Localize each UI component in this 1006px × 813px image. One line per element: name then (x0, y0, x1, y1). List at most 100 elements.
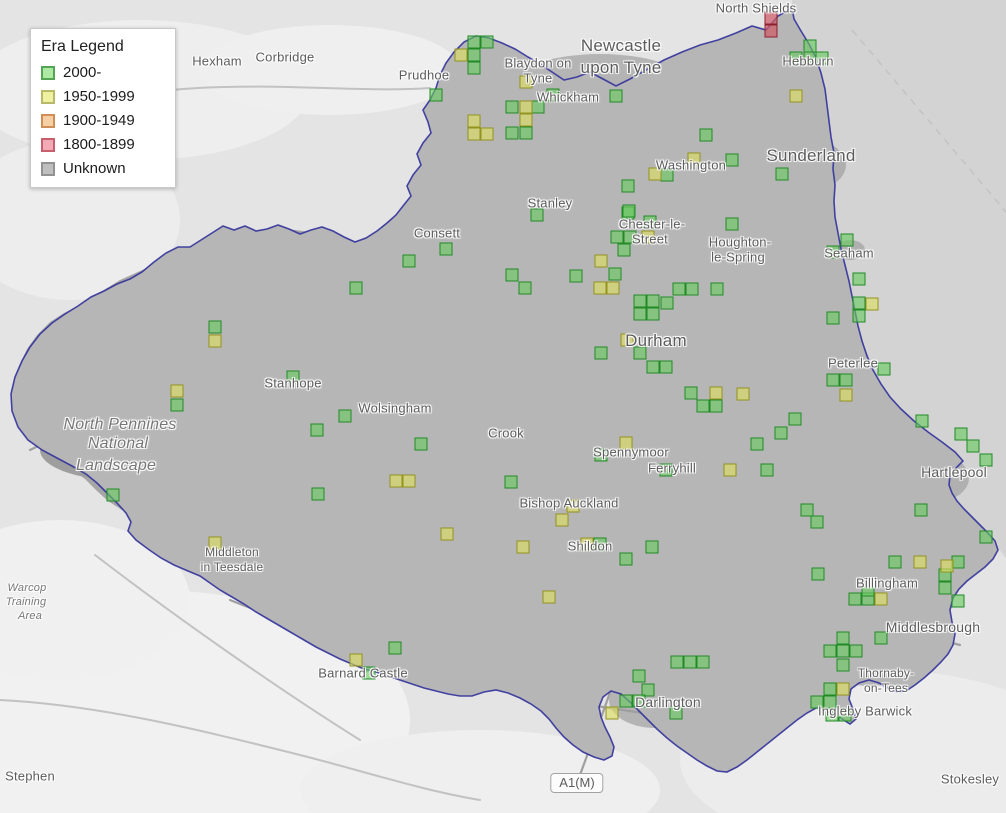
era-marker-2000[interactable] (338, 409, 352, 423)
era-marker-1950[interactable] (839, 388, 853, 402)
era-marker-2000[interactable] (646, 307, 660, 321)
era-marker-2000[interactable] (852, 272, 866, 286)
era-marker-2000[interactable] (811, 567, 825, 581)
era-marker-2000[interactable] (915, 414, 929, 428)
era-marker-2000[interactable] (106, 488, 120, 502)
era-marker-2000[interactable] (979, 530, 993, 544)
era-marker-2000[interactable] (709, 399, 723, 413)
era-marker-2000[interactable] (672, 282, 686, 296)
era-marker-1950[interactable] (440, 527, 454, 541)
era-marker-1950[interactable] (723, 463, 737, 477)
era-marker-2000[interactable] (823, 644, 837, 658)
era-marker-1950[interactable] (606, 281, 620, 295)
era-marker-2000[interactable] (594, 346, 608, 360)
era-marker-2000[interactable] (848, 592, 862, 606)
era-marker-2000[interactable] (810, 515, 824, 529)
era-marker-2000[interactable] (610, 230, 624, 244)
era-marker-1950[interactable] (516, 540, 530, 554)
era-marker-1950[interactable] (605, 706, 619, 720)
era-marker-1950[interactable] (865, 297, 879, 311)
era-marker-1950[interactable] (519, 100, 533, 114)
era-marker-2000[interactable] (208, 320, 222, 334)
era-marker-2000[interactable] (774, 426, 788, 440)
era-marker-2000[interactable] (852, 296, 866, 310)
era-marker-2000[interactable] (429, 88, 443, 102)
era-marker-2000[interactable] (505, 100, 519, 114)
era-marker-1950[interactable] (170, 384, 184, 398)
era-marker-1950[interactable] (454, 48, 468, 62)
era-marker-2000[interactable] (609, 89, 623, 103)
era-marker-1950[interactable] (736, 387, 750, 401)
era-marker-2000[interactable] (696, 399, 710, 413)
era-marker-2000[interactable] (725, 153, 739, 167)
era-marker-2000[interactable] (670, 655, 684, 669)
map-canvas[interactable]: North Shields Newcastle upon Tyne Hebburn He… (0, 0, 1006, 813)
era-marker-1950[interactable] (836, 682, 850, 696)
era-marker-2000[interactable] (877, 362, 891, 376)
era-marker-2000[interactable] (684, 386, 698, 400)
era-marker-2000[interactable] (480, 35, 494, 49)
era-marker-2000[interactable] (836, 658, 850, 672)
era-marker-1950[interactable] (874, 592, 888, 606)
era-marker-2000[interactable] (760, 463, 774, 477)
era-marker-1950[interactable] (913, 555, 927, 569)
era-marker-2000[interactable] (725, 217, 739, 231)
era-marker-2000[interactable] (311, 487, 325, 501)
era-marker-1950[interactable] (402, 474, 416, 488)
era-marker-2000[interactable] (467, 48, 481, 62)
era-marker-2000[interactable] (633, 307, 647, 321)
era-marker-2000[interactable] (699, 128, 713, 142)
era-marker-1950[interactable] (593, 281, 607, 295)
era-marker-2000[interactable] (750, 437, 764, 451)
era-marker-2000[interactable] (621, 179, 635, 193)
era-marker-2000[interactable] (823, 682, 837, 696)
era-marker-2000[interactable] (852, 309, 866, 323)
era-marker-2000[interactable] (505, 126, 519, 140)
era-marker-1800[interactable] (764, 24, 778, 38)
era-marker-2000[interactable] (888, 555, 902, 569)
era-marker-2000[interactable] (632, 669, 646, 683)
era-marker-1950[interactable] (555, 513, 569, 527)
era-marker-2000[interactable] (836, 644, 850, 658)
era-marker-1950[interactable] (389, 474, 403, 488)
era-marker-1950[interactable] (542, 590, 556, 604)
era-marker-2000[interactable] (659, 360, 673, 374)
era-marker-2000[interactable] (617, 243, 631, 257)
era-marker-2000[interactable] (505, 268, 519, 282)
era-marker-2000[interactable] (938, 581, 952, 595)
era-marker-2000[interactable] (619, 694, 633, 708)
era-marker-2000[interactable] (836, 631, 850, 645)
era-marker-2000[interactable] (467, 35, 481, 49)
era-marker-2000[interactable] (685, 282, 699, 296)
era-marker-1950[interactable] (940, 559, 954, 573)
era-marker-2000[interactable] (504, 475, 518, 489)
era-marker-2000[interactable] (914, 503, 928, 517)
era-marker-2000[interactable] (519, 126, 533, 140)
era-marker-2000[interactable] (388, 641, 402, 655)
era-marker-2000[interactable] (683, 655, 697, 669)
era-marker-2000[interactable] (569, 269, 583, 283)
era-marker-2000[interactable] (775, 167, 789, 181)
era-marker-2000[interactable] (645, 540, 659, 554)
era-marker-1950[interactable] (208, 334, 222, 348)
era-marker-2000[interactable] (951, 594, 965, 608)
era-marker-2000[interactable] (696, 655, 710, 669)
era-marker-2000[interactable] (660, 296, 674, 310)
era-marker-2000[interactable] (826, 311, 840, 325)
era-marker-2000[interactable] (966, 439, 980, 453)
era-marker-2000[interactable] (849, 644, 863, 658)
era-marker-2000[interactable] (310, 423, 324, 437)
era-marker-2000[interactable] (402, 254, 416, 268)
era-marker-2000[interactable] (710, 282, 724, 296)
era-marker-2000[interactable] (608, 267, 622, 281)
era-marker-2000[interactable] (439, 242, 453, 256)
era-marker-2000[interactable] (646, 360, 660, 374)
era-marker-1950[interactable] (467, 127, 481, 141)
era-marker-1950[interactable] (467, 114, 481, 128)
era-marker-2000[interactable] (826, 373, 840, 387)
era-marker-2000[interactable] (788, 412, 802, 426)
era-marker-2000[interactable] (170, 398, 184, 412)
era-marker-2000[interactable] (349, 281, 363, 295)
era-marker-2000[interactable] (518, 281, 532, 295)
era-marker-1950[interactable] (709, 386, 723, 400)
